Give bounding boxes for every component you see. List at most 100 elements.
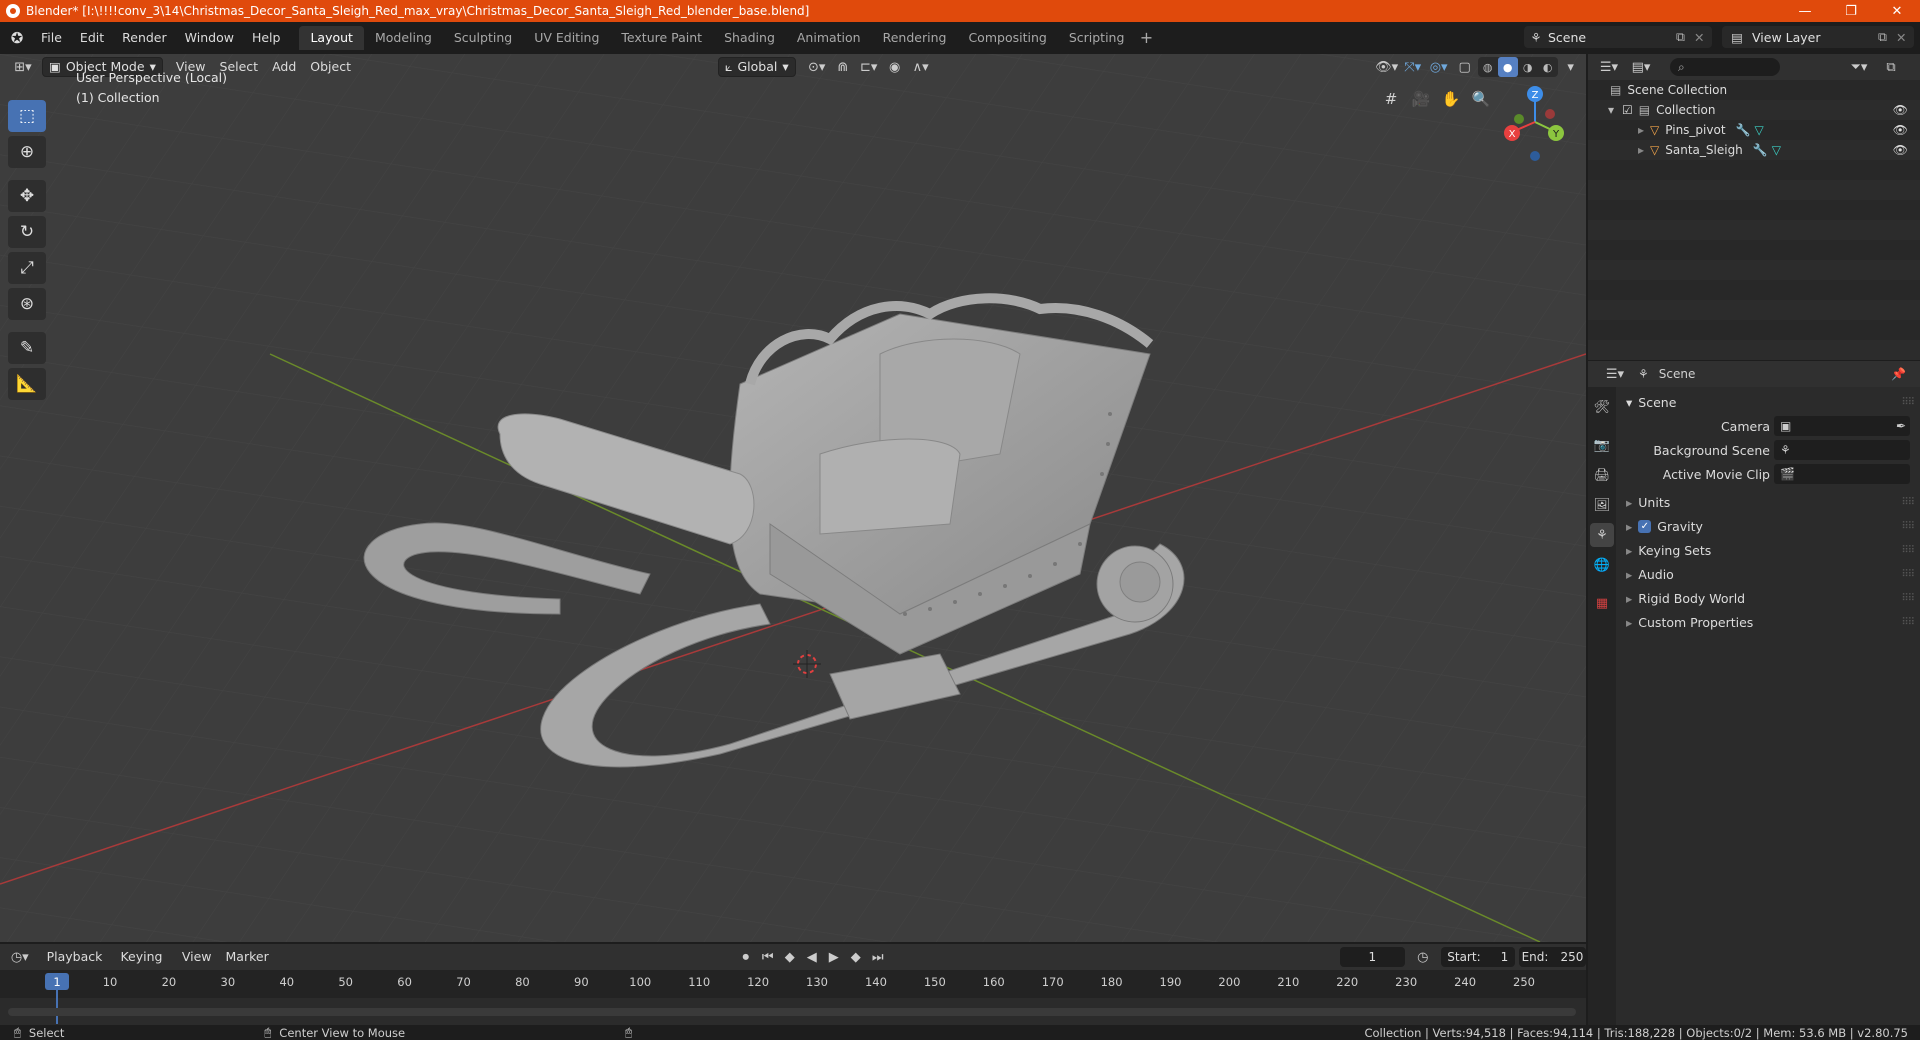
new-scene-icon[interactable]: ⧉ <box>1676 29 1694 45</box>
tab-compositing[interactable]: Compositing <box>957 26 1057 50</box>
active-movie-clip-field[interactable]: 🎬 <box>1774 464 1910 484</box>
units-panel-header[interactable]: ▸ Units ⠿⠿ <box>1618 491 1920 513</box>
output-tab-icon[interactable]: 🖨 <box>1590 463 1614 487</box>
gravity-panel-header[interactable]: ▸ ✓ Gravity ⠿⠿ <box>1618 515 1920 537</box>
outliner-editor-icon[interactable]: ☰▾ <box>1596 57 1622 77</box>
drag-grip-icon[interactable]: ⠿⠿ <box>1901 617 1915 628</box>
minimize-button[interactable]: — <box>1782 0 1828 22</box>
prev-keyframe-icon[interactable]: ◆ <box>780 947 800 967</box>
expand-arrow-icon[interactable]: ▸ <box>1638 123 1644 137</box>
tab-scripting[interactable]: Scripting <box>1058 26 1136 50</box>
rotate-tool-icon[interactable]: ↻ <box>8 216 46 248</box>
checkbox-icon[interactable]: ☑ <box>1622 103 1633 117</box>
visibility-eye-icon[interactable]: 👁 <box>1893 143 1908 157</box>
tab-modeling[interactable]: Modeling <box>364 26 443 50</box>
rendered-shading-icon[interactable]: ◐ <box>1538 57 1558 77</box>
tool-tab-icon[interactable]: 🛠 <box>1590 395 1614 419</box>
pivot-point-icon[interactable]: ⊙▾ <box>804 57 830 77</box>
new-collection-icon[interactable]: ⧉ <box>1878 57 1904 77</box>
background-scene-field[interactable]: ⚘ <box>1774 440 1910 460</box>
pan-hand-icon[interactable]: ✋ <box>1436 84 1466 114</box>
remove-view-layer-icon[interactable]: ✕ <box>1896 30 1914 45</box>
play-icon[interactable]: ▶ <box>824 947 844 967</box>
outliner-row-collection[interactable]: ▾ ☑ ▤ Collection 👁 <box>1588 100 1920 120</box>
record-icon[interactable]: ⏺ <box>736 947 756 967</box>
overlays-toggle-icon[interactable]: ◎▾ <box>1426 57 1452 77</box>
expand-arrow-icon[interactable]: ▸ <box>1638 143 1644 157</box>
timeline-scrollbar[interactable] <box>8 1008 1576 1016</box>
wireframe-shading-icon[interactable]: ◍ <box>1478 57 1498 77</box>
timeline-menu-playback[interactable]: Playback ▾ <box>40 947 114 984</box>
render-tab-icon[interactable]: 📷 <box>1590 433 1614 457</box>
menu-render[interactable]: Render <box>113 27 176 49</box>
scene-tab-icon[interactable]: ⚘ <box>1590 523 1614 547</box>
mesh-data-icon[interactable]: ▽ <box>1754 123 1763 137</box>
timeline-menu-marker[interactable]: Marker <box>219 947 276 967</box>
annotate-tool-icon[interactable]: ✎ <box>8 332 46 364</box>
outliner-row-scene-collection[interactable]: ▤ Scene Collection <box>1588 80 1920 100</box>
keying-sets-panel-header[interactable]: ▸ Keying Sets ⠿⠿ <box>1618 539 1920 561</box>
scene-selector[interactable]: ⚘ Scene ⧉ ✕ <box>1524 26 1712 48</box>
add-workspace-button[interactable]: + <box>1135 26 1157 50</box>
drag-grip-icon[interactable]: ⠿⠿ <box>1901 397 1915 408</box>
menu-file[interactable]: File <box>32 27 71 49</box>
next-keyframe-icon[interactable]: ◆ <box>846 947 866 967</box>
viewport-menu-object[interactable]: Object <box>303 57 358 77</box>
drag-grip-icon[interactable]: ⠿⠿ <box>1901 593 1915 604</box>
playhead-line[interactable] <box>56 990 58 1024</box>
expand-arrow-icon[interactable]: ▾ <box>1608 103 1614 117</box>
xray-toggle-icon[interactable]: ▢ <box>1452 57 1478 77</box>
proportional-editing-icon[interactable]: ◉ <box>882 57 908 77</box>
modifier-wrench-icon[interactable]: 🔧 <box>1736 123 1751 137</box>
pin-icon[interactable]: 📌 <box>1891 367 1906 381</box>
view-layer-tab-icon[interactable]: 🖼 <box>1590 493 1614 517</box>
custom-properties-panel-header[interactable]: ▸ Custom Properties ⠿⠿ <box>1618 611 1920 633</box>
tab-animation[interactable]: Animation <box>786 26 872 50</box>
current-frame-indicator[interactable]: 1 <box>45 973 69 990</box>
view-layer-selector[interactable]: ▤ View Layer ⧉ ✕ <box>1722 26 1914 48</box>
start-frame-field[interactable]: Start: 1 <box>1440 947 1515 967</box>
menu-help[interactable]: Help <box>243 27 290 49</box>
tab-shading[interactable]: Shading <box>713 26 786 50</box>
gravity-checkbox[interactable]: ✓ <box>1638 519 1652 533</box>
new-view-layer-icon[interactable]: ⧉ <box>1878 29 1896 45</box>
cursor-tool-icon[interactable]: ⊕ <box>8 136 46 168</box>
timeline-ruler[interactable]: 10 20 30 40 50 60 70 80 90 100 110 120 130 140 150 160 1… <box>0 970 1586 1024</box>
tab-rendering[interactable]: Rendering <box>872 26 958 50</box>
filter-icon[interactable]: ⏷▾ <box>1846 57 1872 77</box>
close-button[interactable]: ✕ <box>1874 0 1920 22</box>
drag-grip-icon[interactable]: ⠿⠿ <box>1901 497 1915 508</box>
drag-grip-icon[interactable]: ⠿⠿ <box>1901 545 1915 556</box>
snap-target-icon[interactable]: ⊏▾ <box>856 57 882 77</box>
drag-grip-icon[interactable]: ⠿⠿ <box>1901 521 1915 532</box>
visibility-eye-icon[interactable]: 👁 <box>1893 103 1908 117</box>
rigid-body-world-panel-header[interactable]: ▸ Rigid Body World ⠿⠿ <box>1618 587 1920 609</box>
timeline-menu-view[interactable]: View <box>175 947 219 967</box>
zoom-icon[interactable]: 🔍 <box>1466 84 1496 114</box>
current-frame-field[interactable]: 1 <box>1339 947 1405 967</box>
measure-tool-icon[interactable]: 📐 <box>8 368 46 400</box>
proportional-falloff-icon[interactable]: ∧▾ <box>908 57 934 77</box>
3d-viewport[interactable]: Z Y X ⊞▾ ▣ Object Mode ▾ View Select Add… <box>0 54 1586 942</box>
end-frame-field[interactable]: End: 250 <box>1518 947 1587 967</box>
viewport-scene[interactable]: Z Y X <box>0 54 1586 942</box>
audio-panel-header[interactable]: ▸ Audio ⠿⠿ <box>1618 563 1920 585</box>
menu-window[interactable]: Window <box>176 27 243 49</box>
shading-options-icon[interactable]: ▾ <box>1558 57 1584 77</box>
menu-edit[interactable]: Edit <box>71 27 113 49</box>
outliner-row-pins-pivot[interactable]: ▸ ▽ Pins_pivot 🔧 ▽ 👁 <box>1588 120 1920 140</box>
tab-uv-editing[interactable]: UV Editing <box>523 26 610 50</box>
camera-view-icon[interactable]: 🎥 <box>1406 84 1436 114</box>
editor-type-icon[interactable]: ⊞▾ <box>10 57 36 77</box>
maximize-button[interactable]: ❐ <box>1828 0 1874 22</box>
timeline-menu-keying[interactable]: Keying ▾ <box>113 947 174 984</box>
material-shading-icon[interactable]: ◑ <box>1518 57 1538 77</box>
jump-end-icon[interactable]: ⏭ <box>868 947 888 967</box>
eyedropper-icon[interactable]: ✒ <box>1896 419 1906 433</box>
visibility-eye-icon[interactable]: 👁 <box>1893 123 1908 137</box>
tab-texture-paint[interactable]: Texture Paint <box>610 26 713 50</box>
world-tab-icon[interactable]: 🌐 <box>1590 553 1614 577</box>
solid-shading-icon[interactable]: ● <box>1497 57 1518 77</box>
blender-menu-icon[interactable]: ✪ <box>2 27 32 49</box>
texture-tab-icon[interactable]: ▦ <box>1590 591 1614 615</box>
